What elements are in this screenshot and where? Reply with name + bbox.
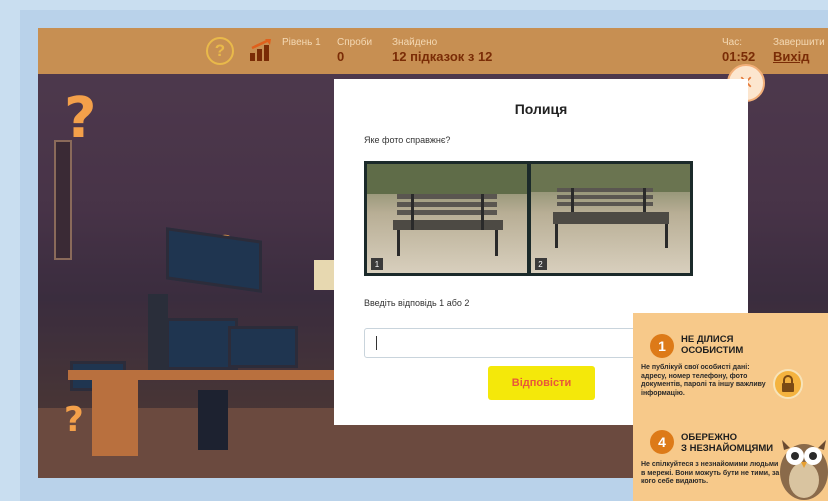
photo-option-2[interactable]: 2 [530,164,690,273]
tip-title-line: З НЕЗНАЙОМЦЯМИ [681,443,774,454]
submit-answer-button[interactable]: Відповісти [488,366,595,400]
wall-poster [54,140,72,260]
answer-prompt: Введіть відповідь 1 або 2 [364,298,470,308]
owl-mascot [780,440,828,500]
bench-image [530,164,690,248]
level-bars-icon [250,38,271,61]
question-text: Яке фото справжнє? [364,135,451,145]
photo-number: 2 [534,258,547,270]
tip-title-line: ОБЕРЕЖНО [681,432,738,443]
help-icon[interactable]: ? [206,37,234,65]
photo-options: 1 2 [364,161,693,276]
text-caret [376,336,377,350]
tip-title: ОБЕРЕЖНО З НЕЗНАЙОМЦЯМИ [681,432,773,454]
lock-icon [773,369,803,399]
photo-option-1[interactable]: 1 [367,164,527,273]
tip-number: 1 [650,334,674,358]
found-value: 12 підказок з 12 [392,49,493,64]
sticky-note [314,260,336,290]
question-mark-decoration: ? [64,400,84,440]
bench-image [367,164,527,256]
photo-number: 1 [371,258,383,270]
pc-case [198,390,228,450]
pc-tower [148,294,168,374]
finish-label: Завершити [773,37,825,48]
desk-drawers [92,380,138,456]
exit-link[interactable]: Вихід [773,49,809,64]
tip-text: Не публікуй свої особисті дані: адресу, … [641,364,766,397]
attempts-value: 0 [337,49,345,64]
time-label: Час: [722,37,743,48]
attempts-label: Спроби [337,37,373,48]
desk-top [68,370,338,380]
tip-number: 4 [650,430,674,454]
tip-title: НЕ ДІЛИСЯ ОСОБИСТИМ [681,334,743,356]
tip-title-line: ОСОБИСТИМ [681,345,744,356]
found-label: Знайдено [392,37,438,48]
tip-text: Не спілкуйтеся з незнайомими людьми в ме… [641,461,780,485]
time-value: 01:52 [722,49,756,64]
tip-title-line: НЕ ДІЛИСЯ [681,334,734,345]
modal-title: Полиця [514,101,568,117]
level-label: Рівень 1 [282,37,321,48]
desk-monitor [228,326,298,368]
